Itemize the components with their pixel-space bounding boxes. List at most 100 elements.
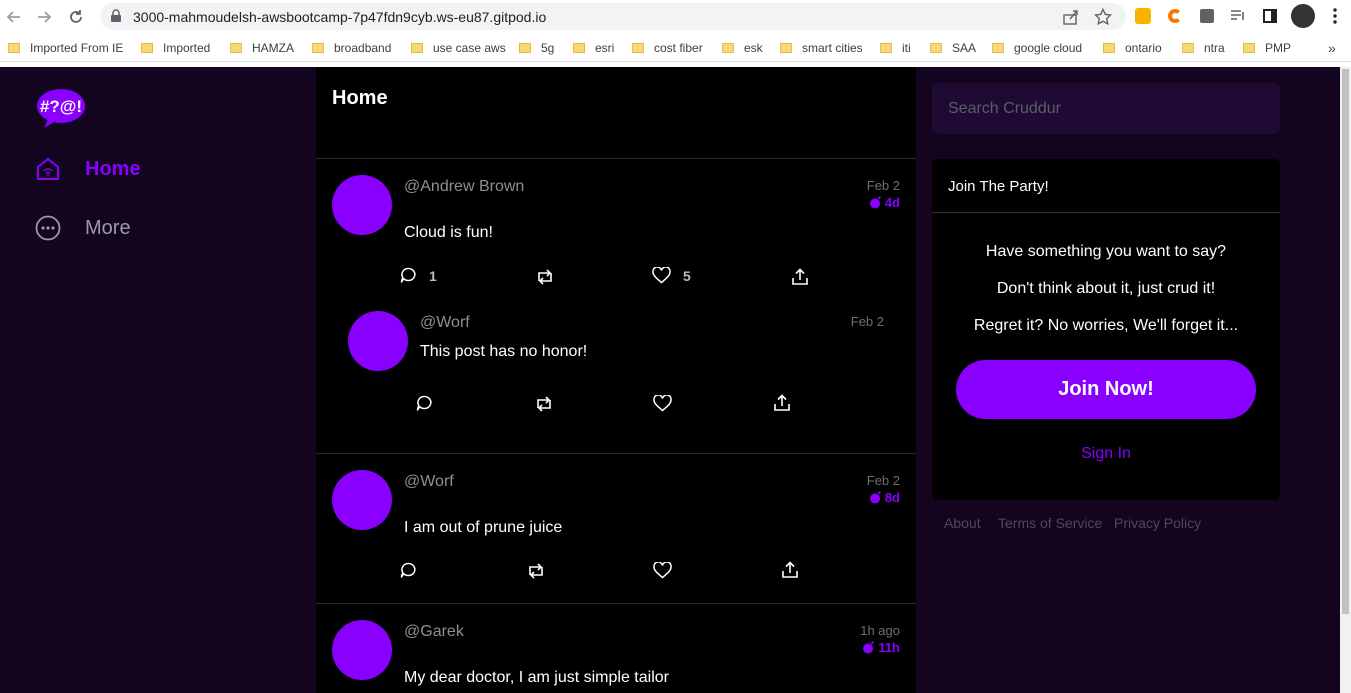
share-upload-icon: [792, 268, 808, 285]
repost-button[interactable]: [536, 269, 554, 285]
share-button[interactable]: [791, 268, 809, 286]
bookmark-item[interactable]: Imported: [141, 40, 210, 56]
bookmark-item[interactable]: google cloud: [992, 40, 1082, 56]
expiry-label: 8d: [884, 490, 900, 505]
footer-link-privacy[interactable]: Privacy Policy: [1114, 515, 1201, 531]
share-button[interactable]: [773, 394, 791, 412]
heart-icon: [653, 562, 672, 579]
media-control-icon[interactable]: [1228, 6, 1248, 26]
playlist-icon: [1231, 10, 1244, 20]
page-title: Home: [332, 87, 388, 109]
bookmark-item[interactable]: smart cities: [780, 40, 863, 56]
join-now-button[interactable]: Join Now!: [956, 360, 1256, 419]
like-button[interactable]: [653, 395, 672, 412]
cruddur-app: #?@! Home More Home @Andrew Brown Feb 2 …: [0, 67, 1340, 693]
footer-link-about[interactable]: About: [944, 515, 981, 531]
bookmark-item[interactable]: esk: [722, 40, 763, 56]
post-expiry: 4d: [869, 195, 900, 210]
bookmark-label: iti: [902, 41, 911, 55]
share-icon[interactable]: [1062, 8, 1080, 26]
bomb-icon: [869, 196, 881, 209]
scrollbar-thumb[interactable]: [1342, 69, 1349, 614]
bookmark-label: 5g: [541, 41, 555, 55]
post-date: Feb 2: [850, 314, 884, 329]
url-text: 3000-mahmoudelsh-awsbootcamp-7p47fdn9cyb…: [133, 9, 547, 25]
sidebar-item-home[interactable]: Home: [35, 156, 141, 182]
reply-button[interactable]: 1: [400, 267, 437, 284]
repost-button[interactable]: [527, 563, 545, 579]
like-button[interactable]: [653, 562, 672, 579]
share-upload-icon: [782, 561, 798, 578]
post-handle[interactable]: @Andrew Brown: [404, 178, 524, 196]
side-panel-icon[interactable]: [1260, 6, 1280, 26]
page-scrollbar[interactable]: [1340, 67, 1351, 693]
reload-button[interactable]: [64, 5, 88, 29]
promo-line: Don't think about it, just crud it!: [996, 280, 1216, 297]
bookmark-item[interactable]: ntra: [1182, 40, 1225, 56]
post-message: This post has no honor!: [420, 343, 588, 360]
expiry-label: 4d: [884, 195, 900, 210]
bookmark-label: smart cities: [802, 41, 863, 55]
avatar[interactable]: [332, 175, 392, 235]
more-bookmarks-button[interactable]: »: [1328, 40, 1336, 56]
reply-icon: [416, 395, 432, 411]
bomb-icon: [869, 491, 881, 504]
expiry-label: 11h: [878, 640, 900, 655]
forward-button[interactable]: [32, 5, 56, 29]
like-button[interactable]: 5: [652, 267, 691, 284]
bookmark-label: SAA: [952, 41, 977, 55]
bookmark-item[interactable]: ontario: [1103, 40, 1162, 56]
bookmark-item[interactable]: 5g: [519, 40, 554, 56]
bookmark-item[interactable]: cost fiber: [632, 40, 703, 56]
profile-avatar[interactable]: [1291, 4, 1315, 28]
sidebar-item-label: More: [85, 216, 131, 239]
kebab-menu-icon[interactable]: [1325, 6, 1345, 26]
bookmark-item[interactable]: esri: [573, 40, 614, 56]
post-message: Cloud is fun!: [404, 224, 493, 241]
bookmark-item[interactable]: Imported From IE: [8, 40, 123, 56]
folder-icon: [573, 43, 585, 53]
more-icon: [35, 215, 61, 241]
bookmark-item[interactable]: HAMZA: [230, 40, 294, 56]
arrow-left-icon: [6, 11, 20, 23]
post-message: My dear doctor, I am just simple tailor: [404, 669, 669, 686]
logo-bubble-icon: #?@!: [37, 89, 85, 128]
repost-icon: [529, 563, 543, 579]
reply-button[interactable]: [416, 395, 433, 412]
back-button[interactable]: [2, 5, 26, 29]
repost-button[interactable]: [535, 396, 553, 412]
extension-orange-icon[interactable]: [1165, 6, 1185, 26]
cruddur-logo[interactable]: #?@!: [36, 87, 86, 134]
avatar[interactable]: [332, 620, 392, 680]
arrow-right-icon: [38, 11, 52, 23]
puzzle-icon[interactable]: [1197, 6, 1217, 26]
extension-yellow-icon[interactable]: [1133, 6, 1153, 26]
reply-count: 1: [429, 267, 437, 284]
bookmark-item[interactable]: broadband: [312, 40, 391, 56]
address-bar[interactable]: 3000-mahmoudelsh-awsbootcamp-7p47fdn9cyb…: [100, 3, 1126, 30]
logo-text: #?@!: [40, 97, 82, 116]
bookmark-item[interactable]: PMP: [1243, 40, 1291, 56]
search-input[interactable]: [932, 83, 1280, 134]
bookmark-item[interactable]: iti: [880, 40, 911, 56]
bookmark-label: Imported From IE: [30, 41, 124, 55]
post-handle[interactable]: @Garek: [404, 623, 464, 641]
post-handle[interactable]: @Worf: [420, 314, 470, 332]
avatar[interactable]: [332, 470, 392, 530]
bookmark-item[interactable]: use case aws: [411, 40, 506, 56]
folder-icon: [1103, 43, 1115, 53]
reply-button[interactable]: [400, 562, 417, 579]
post-handle[interactable]: @Worf: [404, 473, 454, 491]
sidebar-item-more[interactable]: More: [35, 215, 131, 241]
post-expiry: 11h: [862, 640, 900, 655]
sign-in-link[interactable]: Sign In: [932, 445, 1280, 463]
join-party-card: Join The Party! Have something you want …: [932, 159, 1280, 500]
folder-icon: [8, 43, 20, 53]
star-icon[interactable]: [1094, 8, 1112, 26]
share-button[interactable]: [781, 561, 799, 579]
bookmark-item[interactable]: SAA: [930, 40, 976, 56]
repost-icon: [538, 269, 552, 285]
footer-link-terms[interactable]: Terms of Service: [998, 515, 1102, 531]
avatar[interactable]: [348, 311, 408, 371]
promo-line: Have something you want to say?: [985, 243, 1227, 260]
